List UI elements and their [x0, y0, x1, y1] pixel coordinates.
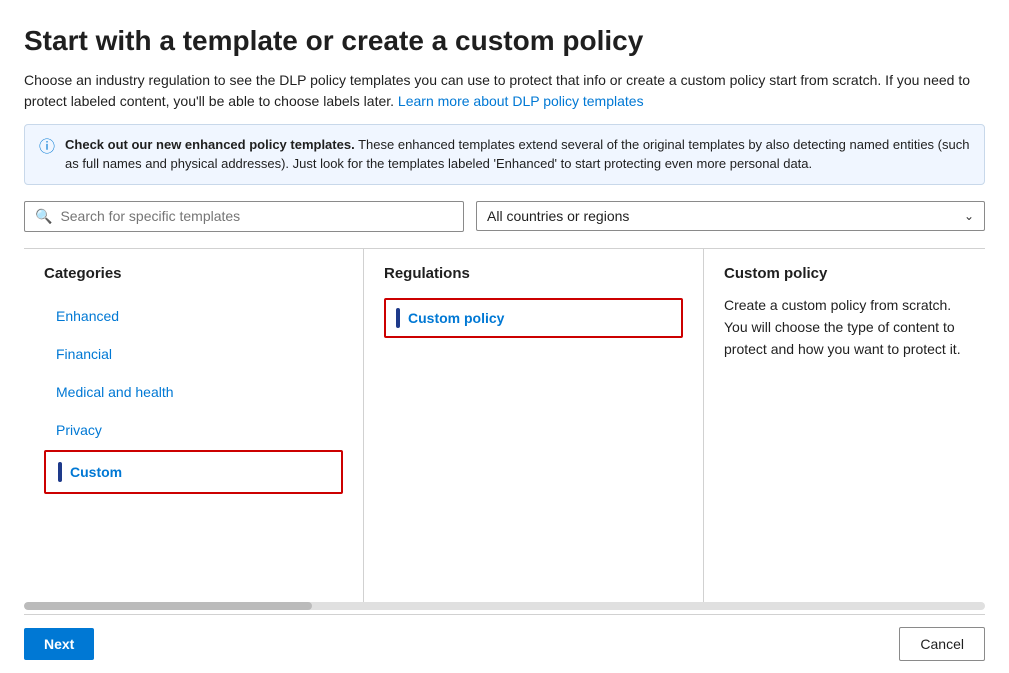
next-button[interactable]: Next: [24, 628, 94, 660]
horizontal-scrollbar[interactable]: [24, 602, 985, 610]
search-wrapper: 🔍: [24, 201, 464, 232]
sidebar-item-enhanced[interactable]: Enhanced: [44, 298, 343, 334]
chevron-down-icon: ⌄: [964, 209, 974, 223]
cancel-button[interactable]: Cancel: [899, 627, 985, 661]
sidebar-item-financial[interactable]: Financial: [44, 336, 343, 372]
selected-bar-custom: [58, 462, 62, 482]
search-icon: 🔍: [35, 208, 52, 225]
country-filter-label: All countries or regions: [487, 208, 629, 224]
custom-policy-header: Custom policy: [724, 265, 965, 282]
custom-policy-panel: Custom policy Create a custom policy fro…: [704, 249, 985, 602]
regulations-panel: Regulations Custom policy: [364, 249, 704, 602]
category-label-custom: Custom: [70, 464, 122, 480]
category-label-privacy: Privacy: [56, 422, 102, 438]
sidebar-item-medical-and-health[interactable]: Medical and health: [44, 374, 343, 410]
info-banner: ⓘ Check out our new enhanced policy temp…: [24, 124, 985, 185]
page-description: Choose an industry regulation to see the…: [24, 70, 984, 112]
content-area: Categories Enhanced Financial Medical an…: [24, 248, 985, 602]
regulation-custom-policy-link[interactable]: Custom policy: [408, 310, 504, 326]
country-filter-dropdown[interactable]: All countries or regions ⌄: [476, 201, 985, 231]
custom-policy-description: Create a custom policy from scratch. You…: [724, 294, 965, 361]
categories-header: Categories: [44, 265, 343, 282]
scrollbar-thumb: [24, 602, 312, 610]
footer-bar: Next Cancel: [24, 614, 985, 673]
category-label-medical: Medical and health: [56, 384, 174, 400]
info-banner-text: Check out our new enhanced policy templa…: [65, 135, 970, 174]
search-input[interactable]: [60, 208, 453, 224]
sidebar-item-privacy[interactable]: Privacy: [44, 412, 343, 448]
info-icon: ⓘ: [39, 136, 55, 160]
regulations-header: Regulations: [384, 265, 683, 282]
selected-bar-regulation: [396, 308, 400, 328]
sidebar-item-custom[interactable]: Custom: [44, 450, 343, 494]
info-banner-bold: Check out our new enhanced policy templa…: [65, 137, 355, 152]
page-title: Start with a template or create a custom…: [24, 24, 985, 58]
category-label-enhanced: Enhanced: [56, 308, 119, 324]
categories-panel: Categories Enhanced Financial Medical an…: [24, 249, 364, 602]
category-label-financial: Financial: [56, 346, 112, 362]
learn-more-link[interactable]: Learn more about DLP policy templates: [398, 93, 644, 109]
search-filter-row: 🔍 All countries or regions ⌄: [24, 201, 985, 232]
regulation-item-custom-policy[interactable]: Custom policy: [384, 298, 683, 338]
